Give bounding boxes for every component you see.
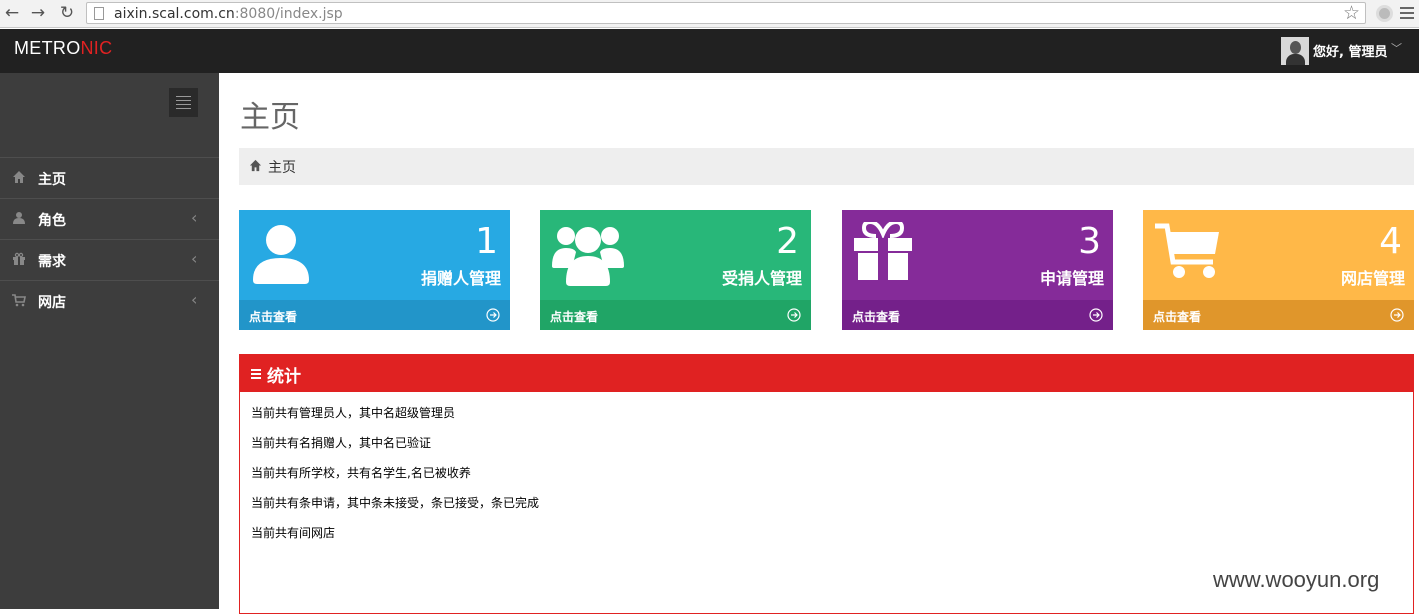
- sidebar-item-shop[interactable]: 网店 ‹: [0, 280, 219, 321]
- tile-shop-management[interactable]: 4 网店管理 点击查看: [1143, 210, 1414, 330]
- cart-icon: [12, 294, 26, 307]
- breadcrumb-home-link[interactable]: 主页: [268, 157, 296, 177]
- sidebar-item-roles[interactable]: 角色 ‹: [0, 198, 219, 239]
- view-more-link[interactable]: 点击查看: [249, 308, 297, 325]
- stats-panel-header: 统计: [240, 354, 1413, 392]
- chevron-left-icon: ‹: [191, 249, 198, 268]
- cart-icon: [1155, 223, 1219, 278]
- url-text: aixin.scal.com.cn:8080/index.jsp: [114, 5, 343, 23]
- stat-shops: 当前共有间网店: [251, 526, 336, 540]
- page-icon: [94, 7, 104, 20]
- gift-icon: [854, 222, 912, 280]
- extension-icon[interactable]: [1376, 5, 1393, 22]
- view-more-link[interactable]: 点击查看: [852, 308, 900, 325]
- forward-button[interactable]: →: [27, 3, 49, 23]
- tile-title: 网店管理: [1340, 269, 1405, 288]
- home-icon: [249, 159, 262, 172]
- tile-footer[interactable]: 点击查看: [540, 300, 811, 330]
- sidebar: 主页 角色 ‹ 需求 ‹ 网店 ‹: [0, 73, 219, 609]
- url-host: aixin.scal.com.cn: [114, 6, 235, 22]
- chevron-down-icon[interactable]: ﹀: [1391, 40, 1402, 56]
- browser-toolbar: ← → ↻ aixin.scal.com.cn:8080/index.jsp ☆: [0, 0, 1419, 28]
- circle-arrow-right-icon: [1390, 308, 1404, 322]
- address-bar[interactable]: aixin.scal.com.cn:8080/index.jsp ☆: [86, 2, 1366, 24]
- avatar[interactable]: [1281, 37, 1309, 65]
- breadcrumb: 主页: [239, 148, 1414, 185]
- sidebar-item-label: 主页: [38, 172, 66, 188]
- logo[interactable]: METRONIC: [14, 38, 112, 59]
- tile-title: 受捐人管理: [721, 269, 802, 288]
- stat-schools: 当前共有所学校，共有名学生,名已被收养: [251, 466, 471, 480]
- page-title: 主页: [240, 100, 300, 135]
- circle-arrow-right-icon: [787, 308, 801, 322]
- group-icon: [552, 227, 624, 286]
- tile-donor-management[interactable]: 1 捐赠人管理 点击查看: [239, 210, 510, 330]
- tile-title: 捐赠人管理: [420, 269, 501, 288]
- stats-panel-title: 统计: [267, 367, 301, 387]
- logo-accent: NIC: [80, 38, 113, 58]
- view-more-link[interactable]: 点击查看: [550, 308, 598, 325]
- sidebar-item-needs[interactable]: 需求 ‹: [0, 239, 219, 280]
- tile-footer[interactable]: 点击查看: [1143, 300, 1414, 330]
- home-icon: [13, 171, 25, 183]
- sidebar-toggle-button[interactable]: [169, 88, 198, 117]
- view-more-link[interactable]: 点击查看: [1153, 308, 1201, 325]
- sidebar-item-label: 需求: [38, 254, 66, 270]
- stat-donors: 当前共有名捐赠人，其中名已验证: [251, 436, 432, 450]
- sidebar-item-label: 网店: [38, 295, 66, 311]
- stat-applications: 当前共有条申请，其中条未接受，条已接受，条已完成: [251, 496, 540, 510]
- tile-footer[interactable]: 点击查看: [842, 300, 1113, 330]
- logo-main: METRO: [14, 38, 81, 58]
- tile-footer[interactable]: 点击查看: [239, 300, 510, 330]
- user-icon: [253, 225, 309, 284]
- tile-count: 3: [1078, 221, 1101, 262]
- sidebar-item-home[interactable]: 主页: [0, 157, 219, 198]
- chevron-left-icon: ‹: [191, 290, 198, 309]
- app-header: METRONIC 您好, 管理员 ﹀: [0, 29, 1419, 73]
- bookmark-star-icon[interactable]: ☆: [1343, 3, 1360, 23]
- back-button[interactable]: ←: [1, 3, 23, 23]
- tile-application-management[interactable]: 3 申请管理 点击查看: [842, 210, 1113, 330]
- tile-count: 1: [475, 221, 498, 262]
- stat-admins: 当前共有管理员人，其中名超级管理员: [251, 406, 456, 420]
- tile-title: 申请管理: [1039, 269, 1104, 288]
- watermark: www.wooyun.org: [1213, 567, 1380, 592]
- tile-count: 2: [776, 221, 799, 262]
- gift-icon: [13, 252, 25, 265]
- tile-recipient-management[interactable]: 2 受捐人管理 点击查看: [540, 210, 811, 330]
- user-greeting[interactable]: 您好, 管理员: [1313, 41, 1387, 60]
- user-icon: [13, 212, 25, 224]
- sidebar-item-label: 角色: [38, 213, 66, 229]
- circle-arrow-right-icon: [486, 308, 500, 322]
- chevron-left-icon: ‹: [191, 208, 198, 227]
- list-icon: [251, 369, 261, 381]
- tile-count: 4: [1379, 221, 1402, 262]
- circle-arrow-right-icon: [1089, 308, 1103, 322]
- reload-button[interactable]: ↻: [56, 3, 78, 23]
- browser-menu-icon[interactable]: [1400, 7, 1414, 22]
- url-path: :8080/index.jsp: [234, 6, 343, 22]
